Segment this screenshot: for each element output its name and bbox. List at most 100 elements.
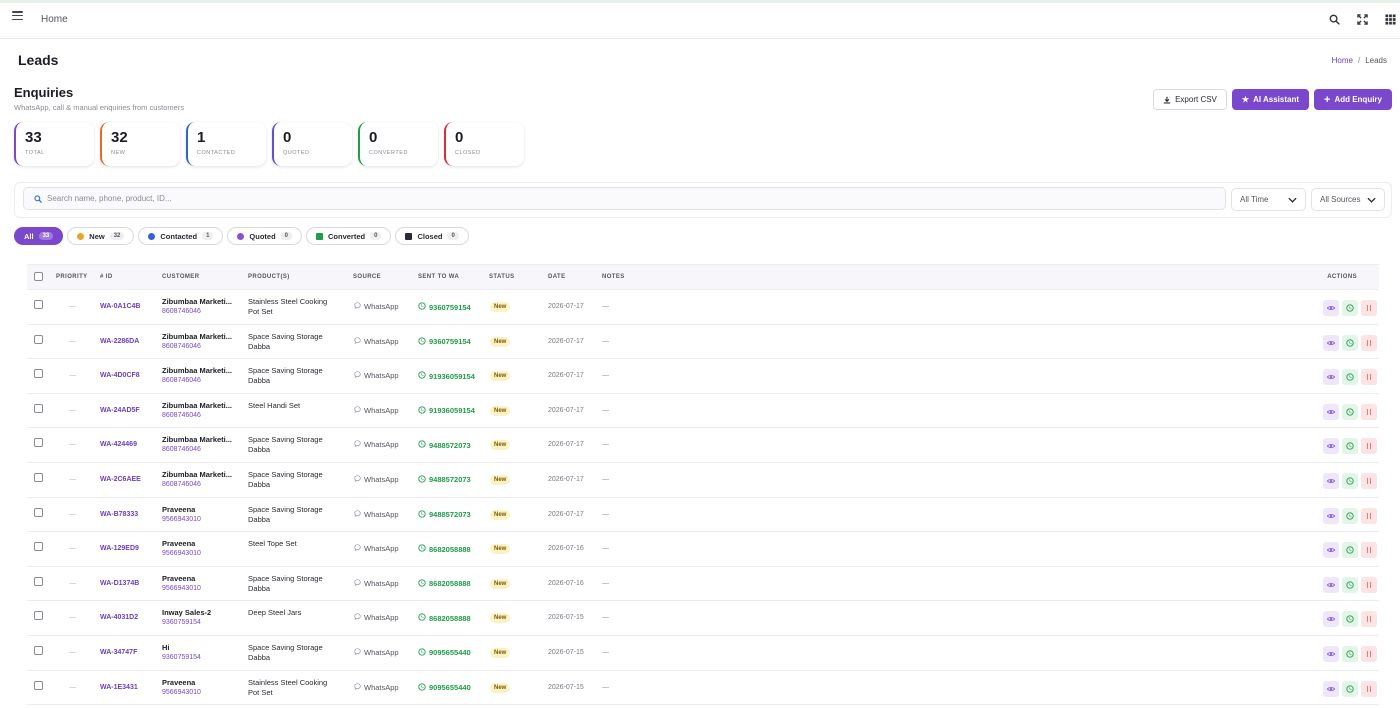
row-sent-to-wa[interactable]: 91936059154 bbox=[418, 371, 475, 381]
customer-name[interactable]: Zibumbaa Marketi... bbox=[162, 435, 240, 444]
table-row[interactable]: — WA-24AD5F Zibumbaa Marketi... 8608746046 S… bbox=[27, 394, 1379, 429]
col-customer[interactable]: CUSTOMER bbox=[162, 274, 199, 280]
row-checkbox[interactable] bbox=[34, 542, 43, 552]
row-checkbox[interactable] bbox=[34, 438, 43, 448]
view-eye-icon[interactable] bbox=[1323, 576, 1339, 593]
row-id-link[interactable]: WA-D1374B bbox=[100, 580, 139, 587]
whatsapp-send-icon[interactable] bbox=[1342, 576, 1358, 593]
row-checkbox[interactable] bbox=[34, 611, 43, 621]
customer-name[interactable]: Zibumbaa Marketi... bbox=[162, 401, 240, 410]
customer-phone[interactable]: 9566943010 bbox=[162, 516, 240, 523]
row-sent-to-wa[interactable]: 9360759154 bbox=[418, 336, 471, 347]
table-row[interactable]: — WA-D1374B Praveena 9566943010 Space Saving… bbox=[27, 567, 1379, 602]
customer-phone[interactable]: 8608746046 bbox=[162, 377, 240, 384]
row-checkbox[interactable] bbox=[34, 300, 43, 309]
row-sent-to-wa[interactable]: 9488572073 bbox=[418, 475, 471, 485]
col-products[interactable]: PRODUCT(S) bbox=[248, 274, 290, 280]
customer-phone[interactable]: 8608746046 bbox=[162, 308, 240, 315]
customer-name[interactable]: Praveena bbox=[162, 574, 240, 583]
col-status[interactable]: STATUS bbox=[489, 274, 515, 280]
table-row[interactable]: — WA-B78333 Praveena 9566943010 Space Saving… bbox=[27, 498, 1379, 533]
view-eye-icon[interactable] bbox=[1323, 300, 1339, 316]
table-row[interactable]: — WA-4D0CF8 Zibumbaa Marketi... 8608746046 S… bbox=[27, 359, 1379, 394]
table-row[interactable]: — WA-424469 Zibumbaa Marketi... 8608746046 S… bbox=[27, 428, 1379, 463]
col-sent-to-wa[interactable]: SENT TO WA bbox=[418, 274, 459, 280]
customer-phone[interactable]: 8608746046 bbox=[162, 446, 240, 453]
delete-trash-icon[interactable] bbox=[1361, 645, 1377, 662]
row-id-link[interactable]: WA-1E3431 bbox=[100, 684, 138, 691]
table-row[interactable]: — WA-0A1C4B Zibumbaa Marketi... 8608746046 S… bbox=[27, 290, 1379, 325]
fullscreen-icon[interactable] bbox=[1356, 13, 1368, 25]
customer-name[interactable]: Zibumbaa Marketi... bbox=[162, 297, 240, 306]
stat-card-converted[interactable]: 0 CONVERTED bbox=[358, 122, 438, 166]
whatsapp-send-icon[interactable] bbox=[1342, 611, 1358, 628]
delete-trash-icon[interactable] bbox=[1361, 576, 1377, 593]
customer-name[interactable]: Praveena bbox=[162, 678, 240, 687]
hamburger-menu-icon[interactable] bbox=[12, 11, 23, 20]
col-date[interactable]: DATE bbox=[548, 274, 566, 280]
row-id-link[interactable]: WA-34747F bbox=[100, 649, 137, 656]
delete-trash-icon[interactable] bbox=[1361, 300, 1377, 316]
view-eye-icon[interactable] bbox=[1323, 438, 1339, 455]
customer-phone[interactable]: 9360759154 bbox=[162, 654, 240, 661]
export-csv-button[interactable]: Export CSV bbox=[1153, 89, 1227, 110]
row-sent-to-wa[interactable]: 9488572073 bbox=[418, 509, 471, 520]
view-eye-icon[interactable] bbox=[1323, 680, 1339, 697]
customer-phone[interactable]: 9566943010 bbox=[162, 689, 240, 696]
col-id[interactable]: # ID bbox=[100, 274, 113, 280]
customer-phone[interactable]: 9360759154 bbox=[162, 619, 240, 626]
row-checkbox[interactable] bbox=[34, 576, 43, 586]
table-row[interactable]: — WA-1E3431 Praveena 9566943010 Stainless St… bbox=[27, 671, 1379, 706]
breadcrumb-home-link[interactable]: Home bbox=[1332, 56, 1353, 65]
filter-chip-quoted[interactable]: Quoted 0 bbox=[227, 227, 302, 245]
delete-trash-icon[interactable] bbox=[1361, 403, 1377, 420]
customer-name[interactable]: Zibumbaa Marketi... bbox=[162, 366, 240, 375]
customer-name[interactable]: Zibumbaa Marketi... bbox=[162, 470, 240, 479]
delete-trash-icon[interactable] bbox=[1361, 438, 1377, 455]
customer-phone[interactable]: 8608746046 bbox=[162, 481, 240, 488]
view-eye-icon[interactable] bbox=[1323, 334, 1339, 351]
delete-trash-icon[interactable] bbox=[1361, 611, 1377, 628]
whatsapp-send-icon[interactable] bbox=[1342, 300, 1358, 316]
stat-card-contacted[interactable]: 1 CONTACTED bbox=[186, 122, 266, 166]
time-filter-select[interactable]: All Time bbox=[1231, 188, 1306, 211]
delete-trash-icon[interactable] bbox=[1361, 680, 1377, 697]
table-row[interactable]: — WA-2C6AEE Zibumbaa Marketi... 8608746046 S… bbox=[27, 463, 1379, 498]
delete-trash-icon[interactable] bbox=[1361, 542, 1377, 559]
nav-home-link[interactable]: Home bbox=[41, 14, 68, 25]
stat-card-closed[interactable]: 0 CLOSED bbox=[444, 122, 524, 166]
row-checkbox[interactable] bbox=[34, 403, 43, 413]
add-enquiry-button[interactable]: + Add Enquiry bbox=[1314, 89, 1392, 110]
view-eye-icon[interactable] bbox=[1323, 507, 1339, 524]
whatsapp-send-icon[interactable] bbox=[1342, 438, 1358, 455]
row-checkbox[interactable] bbox=[34, 369, 43, 379]
whatsapp-send-icon[interactable] bbox=[1342, 472, 1358, 489]
whatsapp-send-icon[interactable] bbox=[1342, 369, 1358, 386]
stat-card-new[interactable]: 32 NEW bbox=[100, 122, 180, 166]
whatsapp-send-icon[interactable] bbox=[1342, 645, 1358, 662]
row-sent-to-wa[interactable]: 8682058888 bbox=[418, 613, 471, 623]
col-priority[interactable]: PRIORITY bbox=[56, 274, 88, 280]
row-id-link[interactable]: WA-4031D2 bbox=[100, 614, 138, 621]
view-eye-icon[interactable] bbox=[1323, 369, 1339, 386]
table-row[interactable]: — WA-2286DA Zibumbaa Marketi... 8608746046 S… bbox=[27, 325, 1379, 360]
source-filter-select[interactable]: All Sources bbox=[1311, 188, 1385, 211]
row-sent-to-wa[interactable]: 9488572073 bbox=[418, 440, 471, 450]
customer-phone[interactable]: 9566943010 bbox=[162, 585, 240, 592]
row-id-link[interactable]: WA-2286DA bbox=[100, 338, 139, 345]
filter-chip-new[interactable]: New 32 bbox=[67, 227, 135, 245]
view-eye-icon[interactable] bbox=[1323, 542, 1339, 559]
customer-phone[interactable]: 9566943010 bbox=[162, 550, 240, 557]
customer-name[interactable]: Praveena bbox=[162, 539, 240, 548]
stat-card-quoted[interactable]: 0 QUOTED bbox=[272, 122, 352, 166]
delete-trash-icon[interactable] bbox=[1361, 472, 1377, 489]
row-checkbox[interactable] bbox=[34, 334, 43, 344]
filter-chip-contacted[interactable]: Contacted 1 bbox=[138, 227, 224, 245]
search-input[interactable]: Search name, phone, product, ID... bbox=[23, 187, 1226, 210]
customer-phone[interactable]: 8608746046 bbox=[162, 412, 240, 419]
whatsapp-send-icon[interactable] bbox=[1342, 403, 1358, 420]
row-sent-to-wa[interactable]: 8682058888 bbox=[418, 544, 471, 554]
col-notes[interactable]: NOTES bbox=[602, 274, 625, 280]
table-row[interactable]: — WA-129ED9 Praveena 9566943010 Steel Tope S… bbox=[27, 532, 1379, 567]
apps-grid-icon[interactable] bbox=[1384, 13, 1396, 25]
